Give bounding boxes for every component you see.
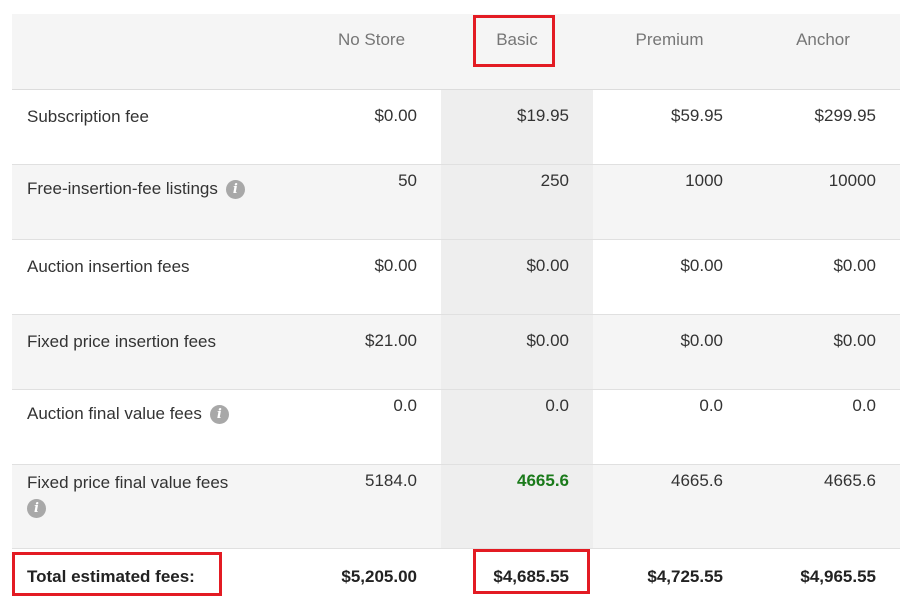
table-row-fixed-price-insertion-fees: Fixed price insertion fees $21.00 $0.00 …: [12, 315, 900, 390]
table-row-auction-final-value-fees: Auction final value fees i 0.0 0.0 0.0 0.…: [12, 390, 900, 465]
row-label: Subscription fee: [12, 90, 302, 164]
cell-basic: 4665.6: [441, 465, 593, 548]
cell-anchor: $0.00: [833, 331, 876, 350]
cell-premium: $0.00: [680, 331, 723, 350]
column-header-premium: Premium: [635, 30, 704, 49]
cell-basic: 0.0: [441, 390, 593, 464]
cell-premium: $59.95: [671, 106, 723, 125]
highlight-box-total-basic: [473, 549, 590, 594]
row-label-text: Fixed price final value fees: [27, 473, 229, 492]
cell-no-store: 50: [398, 171, 417, 190]
table-header-row: No Store Basic Premium Anchor: [12, 14, 900, 90]
highlight-box-basic-header: [473, 15, 555, 67]
table-row-auction-insertion-fees: Auction insertion fees $0.00 $0.00 $0.00…: [12, 240, 900, 315]
table-row-subscription-fee: Subscription fee $0.00 $19.95 $59.95 $29…: [12, 90, 900, 165]
row-label: Free-insertion-fee listings i: [12, 165, 302, 239]
cell-anchor: 0.0: [852, 396, 876, 415]
cell-basic: $0.00: [441, 240, 593, 314]
info-icon[interactable]: i: [27, 499, 46, 519]
table-row-fixed-price-final-value-fees: Fixed price final value fees i 5184.0 46…: [12, 465, 900, 549]
cell-premium: 0.0: [699, 396, 723, 415]
column-header-anchor: Anchor: [796, 30, 850, 49]
info-icon[interactable]: i: [209, 405, 229, 425]
row-label-text: Auction insertion fees: [27, 257, 190, 276]
cell-no-store: $21.00: [365, 331, 417, 350]
row-label: Fixed price insertion fees: [12, 315, 302, 389]
cell-no-store: $0.00: [374, 256, 417, 275]
cell-premium: 4665.6: [671, 471, 723, 490]
fee-comparison-table: No Store Basic Premium Anchor Subscripti…: [12, 14, 900, 603]
row-label: Fixed price final value fees i: [12, 465, 302, 548]
cell-premium: 1000: [685, 171, 723, 190]
cell-no-store: 0.0: [393, 396, 417, 415]
total-no-store: $5,205.00: [341, 567, 417, 586]
row-label-text: Fixed price insertion fees: [27, 332, 216, 351]
cell-anchor: $299.95: [814, 106, 876, 125]
row-label: Auction final value fees i: [12, 390, 302, 464]
cell-anchor: $0.00: [833, 256, 876, 275]
cell-no-store: 5184.0: [365, 471, 417, 490]
cell-anchor: 10000: [828, 171, 876, 190]
highlight-box-total-label: [12, 552, 222, 596]
row-label-text: Auction final value fees: [27, 404, 202, 423]
cell-premium: $0.00: [680, 256, 723, 275]
column-header-no-store: No Store: [337, 30, 406, 49]
total-premium: $4,725.55: [647, 567, 723, 586]
cell-no-store: $0.00: [374, 106, 417, 125]
table-row-free-insertion-listings: Free-insertion-fee listings i 50 250 1000…: [12, 165, 900, 240]
info-icon[interactable]: i: [225, 180, 245, 200]
row-label-text: Free-insertion-fee listings: [27, 179, 218, 198]
cell-anchor: 4665.6: [824, 471, 876, 490]
total-anchor: $4,965.55: [800, 567, 876, 586]
cell-basic: $0.00: [441, 315, 593, 389]
row-label-text: Subscription fee: [27, 107, 149, 126]
cell-basic: 250: [441, 165, 593, 239]
row-label: Auction insertion fees: [12, 240, 302, 314]
cell-basic: $19.95: [441, 90, 593, 164]
